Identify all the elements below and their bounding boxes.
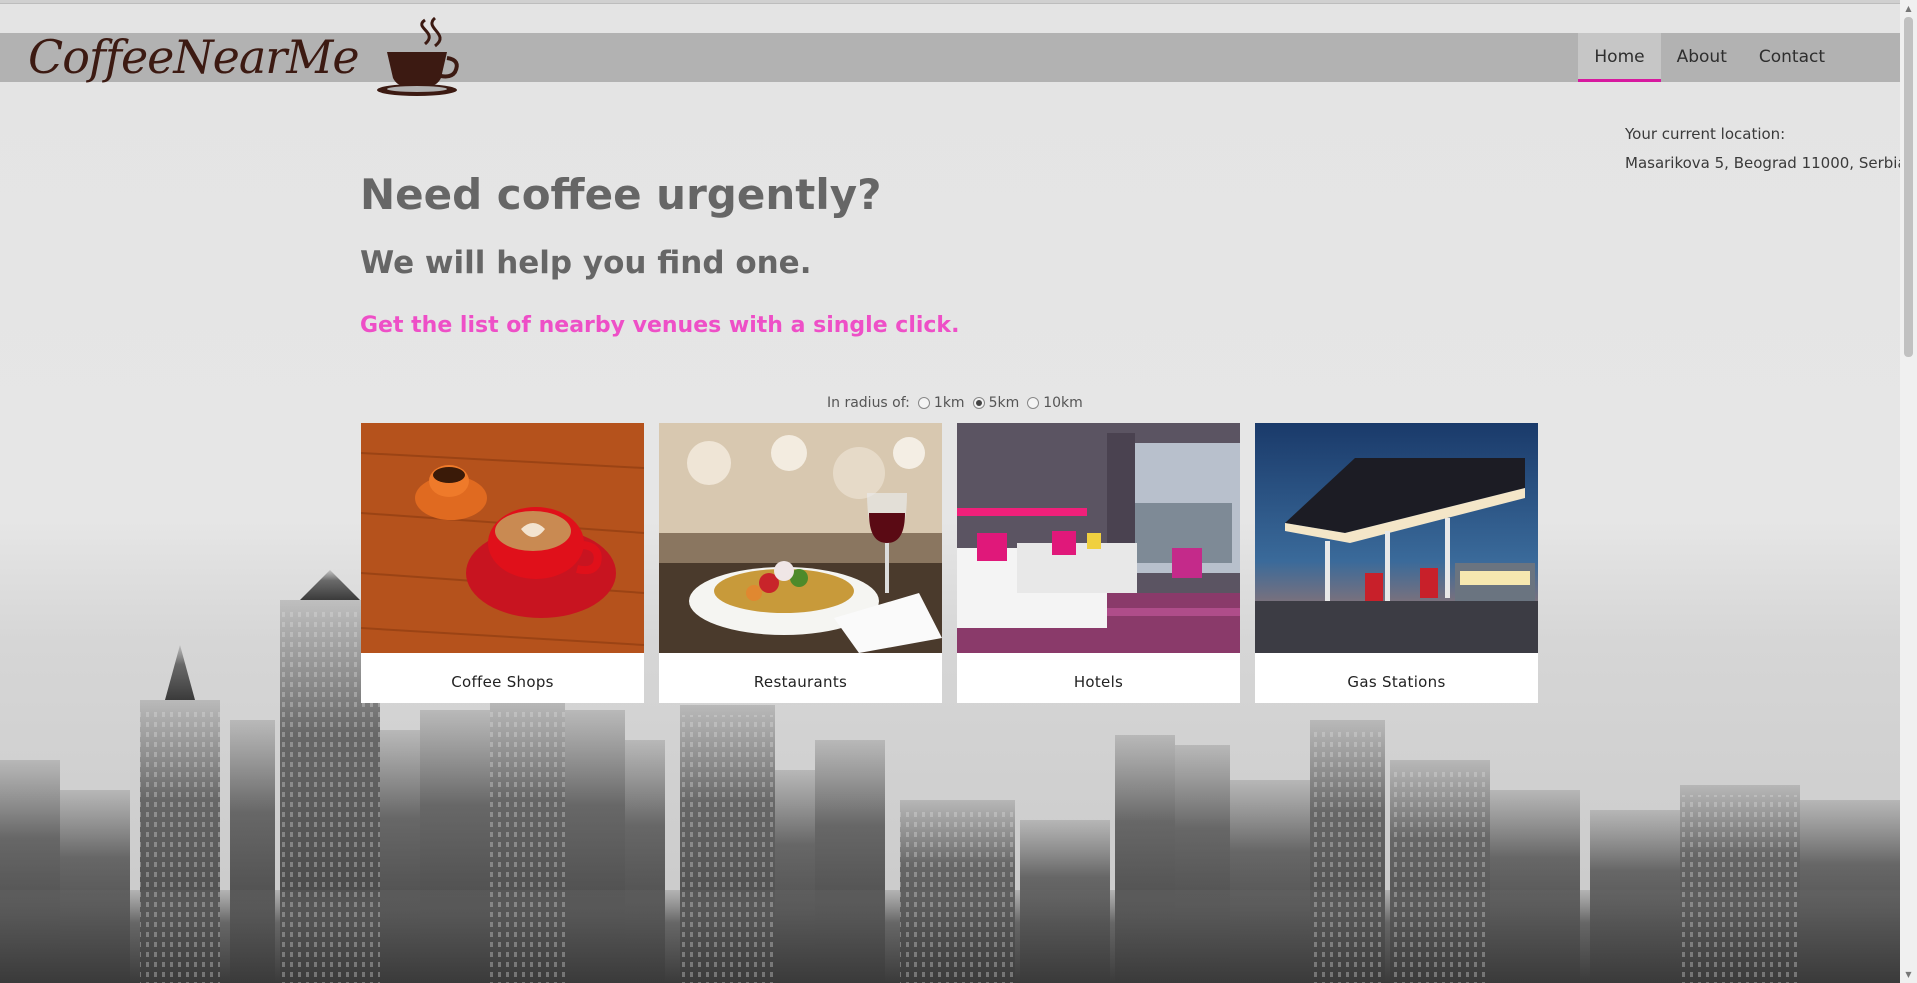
hero-subtitle: We will help you find one. [360,245,812,281]
scroll-down-icon[interactable]: ▼ [1900,966,1917,983]
radius-10km-radio[interactable] [1027,397,1040,409]
scrollbar-thumb[interactable] [1904,17,1913,357]
hero-title: Need coffee urgently? [360,170,882,219]
coffee-cups-photo [360,423,645,653]
brand-logo[interactable]: CoffeeNearMe [28,16,463,96]
card-label: Hotels [1073,673,1124,691]
radius-label: In radius of: [827,395,910,411]
coffee-cup-icon [376,16,459,96]
radius-5km-radio[interactable] [972,397,985,409]
radius-1km-label[interactable]: 1km [934,395,965,411]
card-label: Restaurants [753,673,848,691]
radius-1km-radio[interactable] [917,397,930,409]
card-label: Gas Stations [1347,673,1446,691]
restaurant-plate-photo [659,423,942,653]
card-coffee-shops[interactable]: Coffee Shops [360,423,645,703]
card-label: Coffee Shops [451,673,554,691]
scroll-up-icon[interactable]: ▲ [1900,0,1917,17]
location-address: Masarikova 5, Beograd 11000, Serbia [1625,154,1907,172]
brand-name: CoffeeNearMe [28,30,360,84]
radius-5km-label[interactable]: 5km [989,395,1020,411]
page-scrollbar[interactable]: ▲ ▼ [1900,0,1917,983]
location-label: Your current location: [1625,125,1786,143]
card-gas-stations[interactable]: Gas Stations [1255,423,1538,703]
card-restaurants[interactable]: Restaurants [659,423,942,703]
category-cards: Coffee Shops Restaurants Hotels Gas Stat… [360,423,1538,703]
hero: Need coffee urgently? We will help you f… [360,170,959,338]
nav-home[interactable]: Home [1578,33,1661,82]
nav-contact[interactable]: Contact [1743,33,1841,82]
radius-selector: In radius of: 1km 5km 10km [827,395,1083,411]
card-hotels[interactable]: Hotels [957,423,1240,703]
current-location: Your current location: Masarikova 5, Beo… [1625,120,1907,178]
hotel-room-photo [957,423,1240,653]
main-nav: Home About Contact [1578,33,1917,82]
hero-tagline: Get the list of nearby venues with a sin… [360,313,960,338]
nav-about[interactable]: About [1661,33,1743,82]
gas-station-photo [1255,423,1538,653]
browser-top-edge [0,0,1917,4]
radius-10km-label[interactable]: 10km [1043,395,1083,411]
